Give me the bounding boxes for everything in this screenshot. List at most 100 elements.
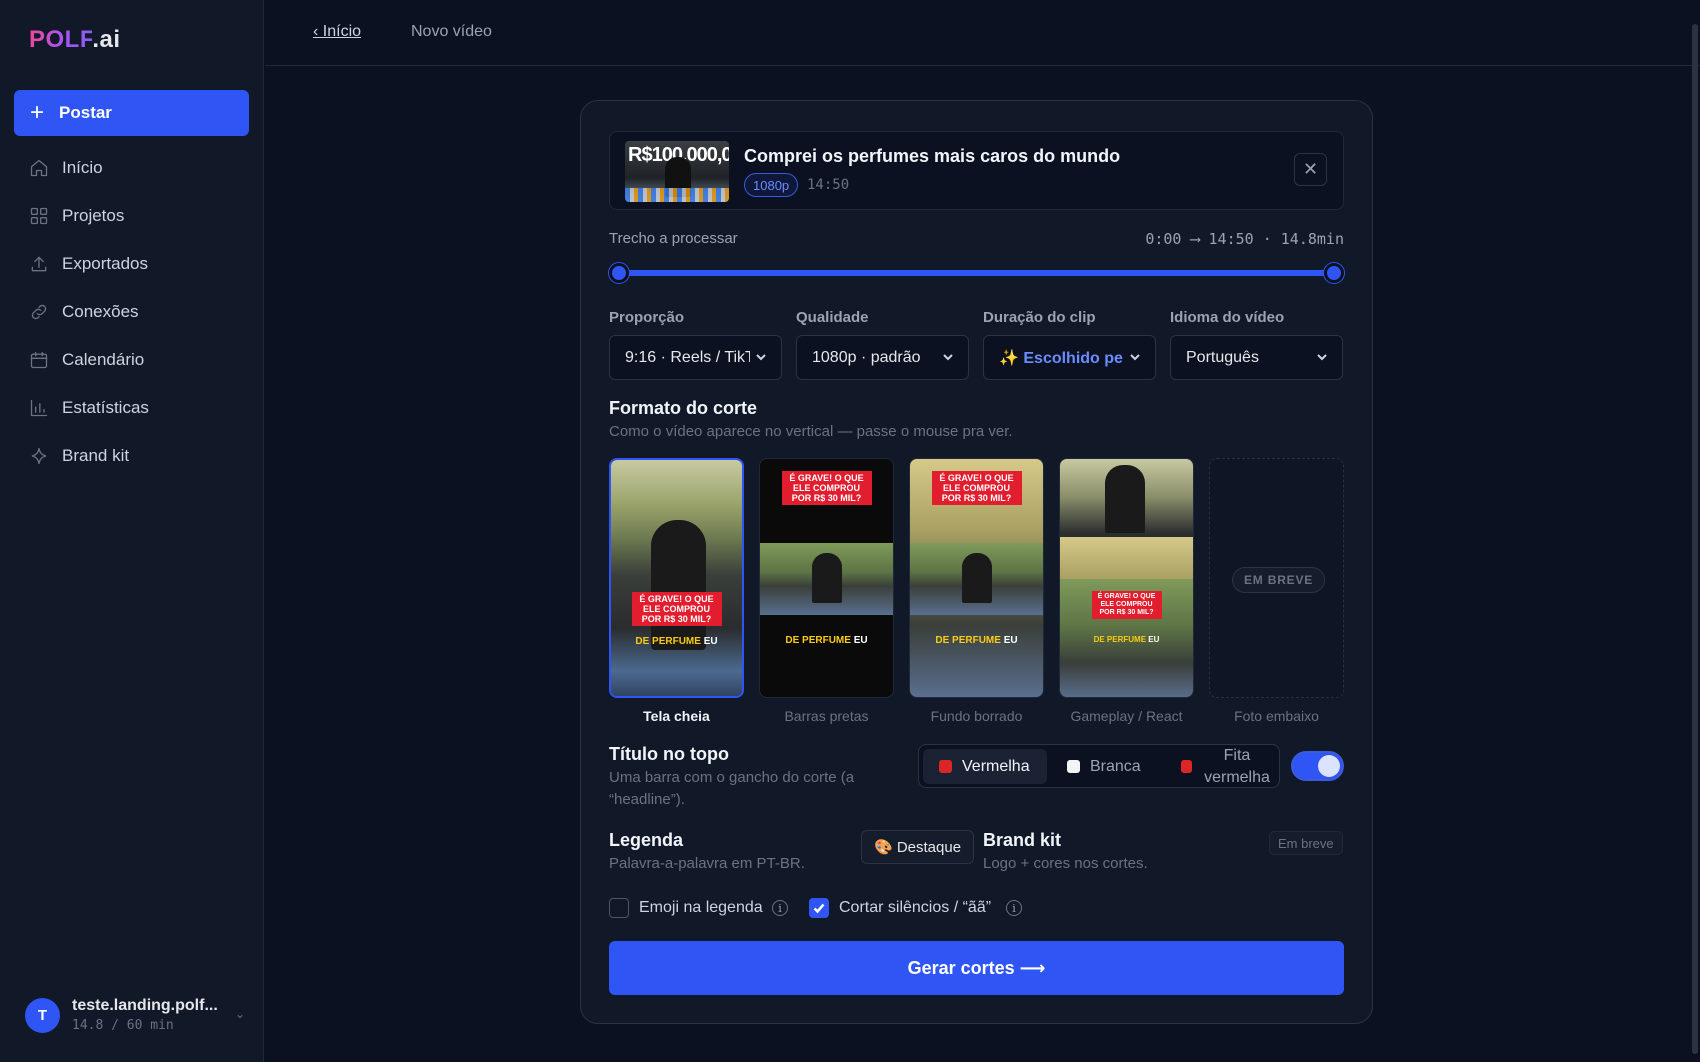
sidebar-item-label: Estatísticas xyxy=(62,398,149,417)
chevron-down-icon xyxy=(941,350,955,364)
emoji-checkbox[interactable] xyxy=(609,898,629,918)
preview-word-yellow: DE PERFUME xyxy=(785,635,851,646)
post-button-label: Postar xyxy=(59,103,112,122)
cut-silence-checkbox[interactable] xyxy=(809,898,829,918)
breadcrumb-back-link[interactable]: ‹ Início xyxy=(313,23,361,41)
sidebar-item-label: Calendário xyxy=(62,350,145,369)
headline-subtitle: Uma barra com o gancho do corte (a “head… xyxy=(609,769,855,808)
format-option-blurred-background[interactable]: É GRAVE! O QUE ELE COMPROU POR R$ 30 MIL… xyxy=(909,458,1044,698)
headline-style-label: Vermelha xyxy=(962,757,1030,775)
format-option-black-bars[interactable]: É GRAVE! O QUE ELE COMPROU POR R$ 30 MIL… xyxy=(759,458,894,698)
sidebar-nav: Início Projetos Exportados Conexões Cale… xyxy=(14,144,249,480)
sidebar-item-inicio[interactable]: Início xyxy=(14,144,249,192)
preview-word-white: EU xyxy=(853,635,868,646)
headline-style-label: Fita vermelha xyxy=(1204,746,1270,786)
aspect-ratio-value: 9:16 · Reels / TikTok xyxy=(625,348,750,366)
emoji-label: Emoji na legenda xyxy=(639,899,763,916)
format-option-gameplay-react[interactable]: É GRAVE! O QUE ELE COMPROU POR R$ 30 MIL… xyxy=(1059,458,1194,698)
info-icon[interactable]: i xyxy=(1006,900,1022,916)
info-icon[interactable]: i xyxy=(772,900,788,916)
upload-icon xyxy=(28,253,50,275)
user-menu[interactable]: T teste.landing.polf... 14.8 / 60 min ⌄ xyxy=(25,997,245,1033)
preview-word-caption: DE PERFUME EU xyxy=(611,636,742,647)
scrollbar-thumb[interactable] xyxy=(1692,24,1698,1054)
headline-style-red-ribbon[interactable]: Fita vermelha xyxy=(1165,747,1277,786)
sidebar-item-label: Brand kit xyxy=(62,446,130,465)
calendar-icon xyxy=(28,349,50,371)
format-option-full-screen[interactable]: É GRAVE! O QUE ELE COMPROU POR R$ 30 MIL… xyxy=(609,458,744,698)
user-name: teste.landing.polf... xyxy=(72,997,218,1014)
quality-value: 1080p · padrão xyxy=(812,348,921,366)
preview-word-yellow: DE PERFUME xyxy=(635,636,701,647)
chevron-down-icon xyxy=(1128,350,1142,364)
grid-icon xyxy=(28,205,50,227)
format-option-photo-below: EM BREVE xyxy=(1209,458,1344,698)
headline-title: Título no topo xyxy=(609,744,729,764)
logo[interactable]: POLF.ai xyxy=(29,26,121,54)
preview-headline-caption: É GRAVE! O QUE ELE COMPROU POR R$ 30 MIL… xyxy=(1091,591,1162,619)
generate-cuts-button[interactable]: Gerar cortes ⟶ xyxy=(609,941,1344,995)
aspect-ratio-label: Proporção xyxy=(609,309,685,326)
video-info: R$100.000,00 Comprei os perfumes mais ca… xyxy=(609,131,1344,210)
sidebar-item-conexoes[interactable]: Conexões xyxy=(14,288,249,336)
aspect-ratio-select[interactable]: 9:16 · Reels / TikTok xyxy=(609,335,782,380)
quality-select[interactable]: 1080p · padrão xyxy=(796,335,969,380)
sidebar-item-calendario[interactable]: Calendário xyxy=(14,336,249,384)
video-title: Comprei os perfumes mais caros do mundo xyxy=(744,146,1121,166)
plus-icon: + xyxy=(30,99,45,126)
format-subtitle: Como o vídeo aparece no vertical — passe… xyxy=(609,423,1013,440)
video-language-label: Idioma do vídeo xyxy=(1170,309,1285,326)
resolution-badge: 1080p xyxy=(744,173,799,197)
sidebar-item-label: Conexões xyxy=(62,302,139,321)
headline-toggle[interactable] xyxy=(1291,751,1344,781)
video-language-value: Português xyxy=(1186,348,1259,366)
preview-word-white: EU xyxy=(703,636,718,647)
preview-headline-caption: É GRAVE! O QUE ELE COMPROU POR R$ 30 MIL… xyxy=(781,471,872,505)
clip-duration-select[interactable]: ✨ Escolhido pela IA xyxy=(983,335,1156,380)
cut-silence-label: Cortar silêncios / “ãã” xyxy=(839,899,992,916)
preview-word-caption: DE PERFUME EU xyxy=(1060,635,1193,644)
brandkit-subtitle: Logo + cores nos cortes. xyxy=(983,855,1148,872)
chevron-down-icon xyxy=(1315,350,1329,364)
logo-brand: POLF xyxy=(29,26,93,53)
close-icon: ✕ xyxy=(1302,159,1319,179)
sparkle-icon xyxy=(28,445,50,467)
coming-soon-badge: EM BREVE xyxy=(1232,567,1326,593)
logo-tld: .ai xyxy=(92,26,121,53)
sidebar-item-exportados[interactable]: Exportados xyxy=(14,240,249,288)
white-swatch xyxy=(1067,760,1080,773)
headline-style-red[interactable]: Vermelha xyxy=(923,749,1047,784)
brandkit-coming-soon: Em breve xyxy=(1269,831,1343,855)
check-icon xyxy=(813,903,825,914)
preview-word-white: EU xyxy=(1148,635,1160,644)
range-slider-track[interactable] xyxy=(619,270,1334,276)
scrollbar[interactable] xyxy=(1690,0,1700,1062)
headline-style-selector: Vermelha Branca Fita vermelha xyxy=(918,744,1280,788)
caption-style-button[interactable]: 🎨 Destaque xyxy=(861,830,975,864)
avatar: T xyxy=(25,997,60,1033)
legend-title: Legenda xyxy=(609,830,684,850)
chevron-down-icon xyxy=(754,350,768,364)
range-start-handle[interactable] xyxy=(609,263,629,283)
preview-word-yellow: DE PERFUME xyxy=(1093,635,1147,644)
video-duration: 14:50 xyxy=(807,177,850,193)
range-end-handle[interactable] xyxy=(1324,263,1344,283)
format-label: Tela cheia xyxy=(643,708,710,724)
sidebar-item-projetos[interactable]: Projetos xyxy=(14,192,249,240)
preview-word-caption: DE PERFUME EU xyxy=(760,635,893,646)
link-icon xyxy=(28,301,50,323)
video-language-select[interactable]: Português xyxy=(1170,335,1343,380)
post-button[interactable]: + Postar xyxy=(14,90,249,136)
remove-video-button[interactable]: ✕ xyxy=(1294,153,1327,186)
user-usage: 14.8 / 60 min xyxy=(72,1018,174,1033)
range-value: 0:00 ⟶ 14:50 · 14.8min xyxy=(1145,230,1344,248)
preview-headline-caption: É GRAVE! O QUE ELE COMPROU POR R$ 30 MIL… xyxy=(931,471,1022,505)
sidebar: POLF.ai + Postar Início Projetos Exporta… xyxy=(0,0,264,1062)
red-swatch xyxy=(939,760,952,773)
headline-style-white[interactable]: Branca xyxy=(1051,749,1163,784)
sidebar-item-estatisticas[interactable]: Estatísticas xyxy=(14,384,249,432)
sidebar-item-brand-kit[interactable]: Brand kit xyxy=(14,432,249,480)
preview-word-white: EU xyxy=(1003,635,1018,646)
topbar: ‹ Início Novo vídeo xyxy=(265,0,1700,66)
quality-label: Qualidade xyxy=(796,309,869,326)
